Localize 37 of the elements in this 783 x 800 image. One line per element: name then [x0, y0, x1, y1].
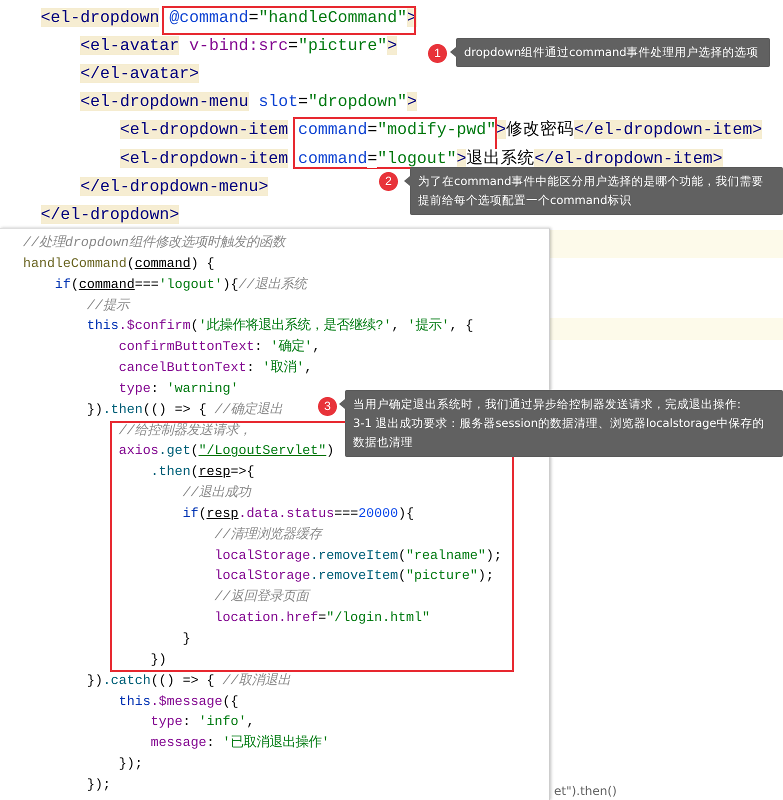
- code-line: if(command==='logout'){//退出系统: [54, 276, 306, 294]
- code-line: axios.get("/LogoutServlet"): [118, 442, 334, 460]
- code-line: this.$message({: [118, 692, 238, 711]
- annotation-text: 3-1 退出成功要求：服务器session的数据清理、浏览器localstorage中保存的数据也清理: [353, 415, 766, 451]
- annotation-text: dropdown组件通过command事件处理用户选择的选项: [464, 44, 760, 61]
- code-line: handleCommand(command) {: [23, 254, 215, 273]
- code-line: <el-dropdown-menu slot="dropdown">: [80, 91, 417, 114]
- code-line: message: '已取消退出操作': [150, 734, 330, 752]
- number-badge: 2: [379, 172, 398, 191]
- code-line: }).then(() => { //确定退出: [86, 400, 283, 419]
- number-badge: 1: [428, 44, 447, 63]
- code-line: .then(resp=>{: [150, 463, 254, 482]
- code-line: //退出成功: [182, 484, 251, 502]
- code-line: <el-avatar v-bind:src="picture">: [80, 35, 398, 58]
- code-line: //清理浏览器缓存: [214, 526, 322, 544]
- code-line: }).catch(() => { //取消退出: [86, 672, 290, 690]
- code-line: }): [150, 650, 167, 669]
- code-line: localStorage.removeItem("realname");: [214, 546, 502, 565]
- code-line: if(resp.data.status===20000){: [182, 504, 414, 523]
- code-line: //处理dropdown组件修改选项时触发的函数: [23, 234, 285, 252]
- code-line: location.href="/login.html": [214, 609, 430, 628]
- code-line: }: [182, 630, 191, 648]
- code-line: localStorage.removeItem("picture");: [214, 567, 494, 586]
- code-line: this.$confirm('此操作将退出系统，是否继续?', '提示', {: [86, 316, 474, 336]
- code-line: cancelButtonText: '取消',: [118, 359, 312, 378]
- code-line: });: [118, 755, 143, 774]
- code-line: type: 'info',: [150, 713, 254, 732]
- code-line: type: 'warning': [118, 380, 238, 398]
- code-fragment: et").then(): [554, 784, 617, 798]
- code-line: //给控制器发送请求，: [118, 422, 252, 440]
- annotation-text: 当用户确定退出系统时，我们通过异步给控制器发送请求，完成退出操作:: [353, 396, 742, 413]
- code-line: <el-dropdown-item command="modify-pwd">修改密码</el-dropdown-item>: [120, 119, 762, 142]
- code-line: //返回登录页面: [214, 587, 308, 608]
- code-line: confirmButtonText: '确定',: [118, 338, 320, 356]
- annotation-text: 为了在command事件中能区分用户选择的是哪个功能，我们需要提前给每个选项配置一个command标识: [418, 173, 764, 209]
- code-line: //提示: [86, 296, 129, 314]
- code-line: });: [86, 776, 111, 794]
